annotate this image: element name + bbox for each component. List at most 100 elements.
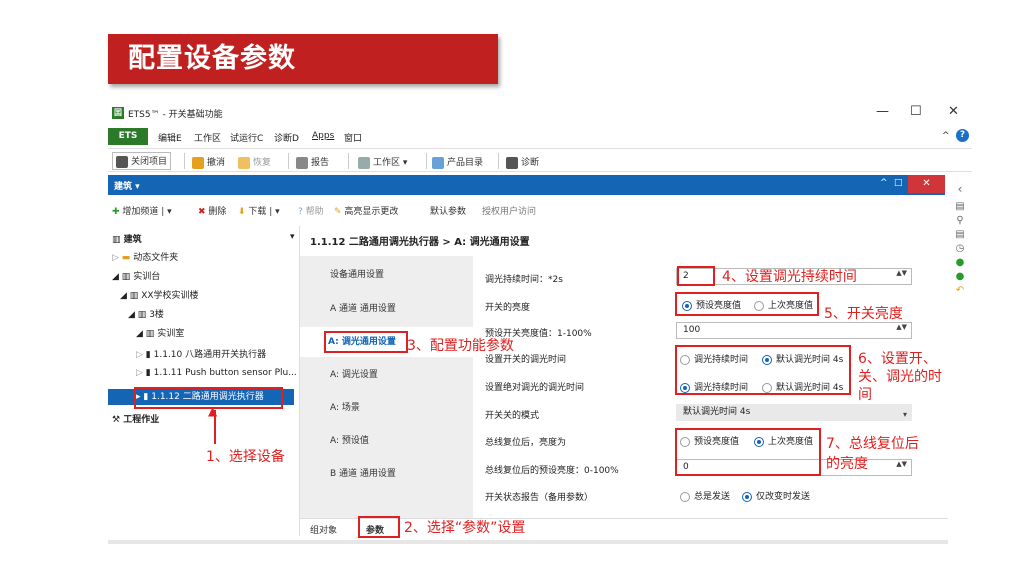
highlight-changes-button[interactable]: ✎ 高亮显示更改: [334, 204, 398, 217]
tab-a-scene[interactable]: A: 场景: [300, 393, 473, 423]
tab-a-dimming-settings[interactable]: A: 调光设置: [300, 360, 473, 390]
menu-diagnostics[interactable]: 诊断D: [274, 131, 299, 144]
default-params-button[interactable]: 默认参数: [430, 204, 466, 217]
annotation-select-parameters: 2、选择“参数”设置: [404, 520, 526, 536]
highlight-icon: ✎: [334, 207, 342, 217]
download-icon: ⬇: [238, 207, 246, 217]
ets-menu-tab[interactable]: ETS: [108, 128, 148, 145]
menu-edit[interactable]: 编辑E: [158, 131, 182, 144]
switch-off-mode-select[interactable]: 默认调光时间 4s ▾: [676, 404, 912, 421]
side-undo-icon[interactable]: ↶: [954, 285, 966, 297]
radio-always-send[interactable]: 总是发送: [680, 489, 730, 502]
undo-button[interactable]: 撤消: [192, 155, 225, 169]
redo-icon: [238, 156, 250, 169]
tab-a-channel-general[interactable]: A 通道 通用设置: [300, 294, 473, 324]
spin-arrows-icon[interactable]: ▲▼: [896, 324, 907, 331]
maximize-button[interactable]: ☐: [910, 104, 922, 119]
slide-title: 配置设备参数: [108, 34, 498, 84]
download-button[interactable]: ⬇ 下载 | ▾: [238, 204, 280, 217]
report-button[interactable]: 报告: [296, 155, 329, 169]
building-icon: ▥: [129, 291, 139, 301]
floor-icon: ▥: [137, 310, 147, 320]
parameter-panel-title: 1.1.12 二路通用调光执行器 > A: 调光通用设置: [310, 237, 530, 248]
tree-item-device-1-1-10[interactable]: ▷ ▮ 1.1.10 八路通用开关执行器: [136, 347, 266, 360]
diagnostics-button[interactable]: 诊断: [506, 155, 539, 169]
side-play-icon[interactable]: ●: [954, 257, 966, 269]
annotation-switch-brightness: 5、开关亮度: [824, 306, 903, 322]
minimize-button[interactable]: —: [876, 104, 889, 119]
building-tree: ▥ 建筑 ▾ ▷ ▬ 动态文件夹 ◢ ▥ 实训台 ◢ ▥ XX学校实训楼 ◢ ▥…: [108, 226, 300, 536]
panel-collapse-icon[interactable]: ^: [880, 178, 888, 188]
plus-icon: ✚: [112, 207, 120, 217]
switch-off-mode-value: 默认调光时间 4s: [683, 407, 751, 417]
help-button[interactable]: ? 帮助: [298, 204, 324, 217]
side-search-icon[interactable]: ⚲: [954, 215, 966, 227]
tab-device-general[interactable]: 设备通用设置: [300, 260, 473, 290]
menu-apps[interactable]: Apps: [312, 131, 334, 141]
annotation-line: 7、总线复位后: [826, 436, 919, 452]
catalog-button[interactable]: 产品目录: [432, 155, 483, 169]
building-panel-header: 建筑 ▾ ^ □ ✕: [108, 175, 945, 195]
expand-arrow-icon: ▷: [136, 368, 143, 378]
action-bar: ✚ 增加频道 | ▾ ✖ 删除 ⬇ 下载 | ▾ ? 帮助 ✎ 高亮显示更改 默…: [108, 199, 948, 221]
tree-item-label: 1.1.11 Push button sensor Plu...: [153, 368, 297, 378]
tree-item-dynamic-folder[interactable]: ▷ ▬ 动态文件夹: [112, 250, 178, 263]
close-project-button[interactable]: 关闭项目: [112, 152, 172, 170]
redo-button[interactable]: 恢复: [238, 155, 271, 169]
annotation-box-bus-reset: [675, 428, 821, 476]
preset-switch-brightness-value: 100: [683, 325, 701, 335]
side-properties-icon[interactable]: ▤: [954, 201, 966, 213]
side-go-icon[interactable]: ●: [954, 271, 966, 283]
menu-window[interactable]: 窗口: [344, 131, 362, 144]
building-panel-title[interactable]: 建筑 ▾: [114, 179, 140, 192]
room-icon: ▥: [145, 329, 155, 339]
tree-item-device-1-1-11[interactable]: ▷ ▮ 1.1.11 Push button sensor Plu...: [136, 368, 297, 378]
add-channel-button[interactable]: ✚ 增加频道 | ▾: [112, 204, 172, 217]
horizontal-scrollbar[interactable]: [108, 540, 948, 544]
tree-item-training-room[interactable]: ◢ ▥ 实训室: [136, 326, 184, 339]
delete-button[interactable]: ✖ 删除: [198, 204, 226, 217]
panel-close-button[interactable]: ✕: [908, 175, 945, 193]
side-list-icon[interactable]: ▤: [954, 229, 966, 241]
tree-item-label: 3楼: [149, 310, 164, 320]
annotation-select-device: 1、选择设备: [206, 449, 285, 465]
tree-item-project-work[interactable]: ⚒ 工程作业: [112, 412, 159, 425]
help-icon[interactable]: ?: [956, 129, 969, 142]
expand-arrow-icon: ▷: [136, 350, 143, 360]
radio-send-on-change[interactable]: 仅改变时发送: [742, 489, 810, 502]
tree-item-school-building[interactable]: ◢ ▥ XX学校实训楼: [120, 288, 199, 301]
annotation-arrow-icon: ▲: [208, 404, 218, 418]
help-circle-icon: ?: [298, 207, 303, 217]
workspace-button[interactable]: 工作区 ▾: [358, 155, 407, 169]
tree-header[interactable]: ▥ 建筑: [112, 232, 142, 245]
close-button[interactable]: ✕: [948, 104, 959, 119]
tab-a-preset[interactable]: A: 预设值: [300, 426, 473, 456]
tree-item-floor-3[interactable]: ◢ ▥ 3楼: [128, 307, 164, 320]
report-label: 报告: [311, 158, 330, 168]
panel-maximize-icon[interactable]: □: [894, 178, 903, 188]
download-label: 下载 | ▾: [248, 207, 280, 217]
preset-switch-brightness-input[interactable]: 100 ▲▼: [676, 322, 912, 339]
user-access-button[interactable]: 授权用户访问: [482, 204, 536, 217]
ribbon-collapse-icon[interactable]: ^: [942, 131, 950, 141]
tree-header-dropdown-icon[interactable]: ▾: [290, 232, 295, 242]
diagnostics-label: 诊断: [521, 158, 540, 168]
building-icon: ▥: [112, 235, 121, 245]
delete-icon: ✖: [198, 207, 206, 217]
ets-logo-icon: 囯: [112, 107, 124, 119]
menu-workspace[interactable]: 工作区: [194, 131, 221, 144]
tree-item-label: 1.1.10 八路通用开关执行器: [153, 350, 267, 360]
tree-item-training-bench[interactable]: ◢ ▥ 实训台: [112, 269, 160, 282]
menubar: ETS 编辑E 工作区 试运行C 诊断D Apps 窗口 ^ ?: [108, 128, 972, 145]
add-channel-label: 增加频道 | ▾: [122, 207, 172, 217]
tab-b-channel-general[interactable]: B 通道 通用设置: [300, 459, 473, 489]
menu-commissioning[interactable]: 试运行C: [230, 131, 263, 144]
annotation-box-dimming-time: [675, 345, 851, 395]
spin-arrows-icon[interactable]: ▲▼: [896, 270, 907, 277]
side-clock-icon[interactable]: ◷: [954, 243, 966, 255]
expand-arrow-icon: ◢: [120, 291, 127, 301]
annotation-dimming-time: 6、设置开、 关、调光的时间: [858, 350, 942, 404]
tab-group-objects[interactable]: 组对象: [310, 523, 337, 536]
building-icon: ▥: [121, 272, 131, 282]
side-collapse-icon[interactable]: ‹: [954, 183, 966, 195]
